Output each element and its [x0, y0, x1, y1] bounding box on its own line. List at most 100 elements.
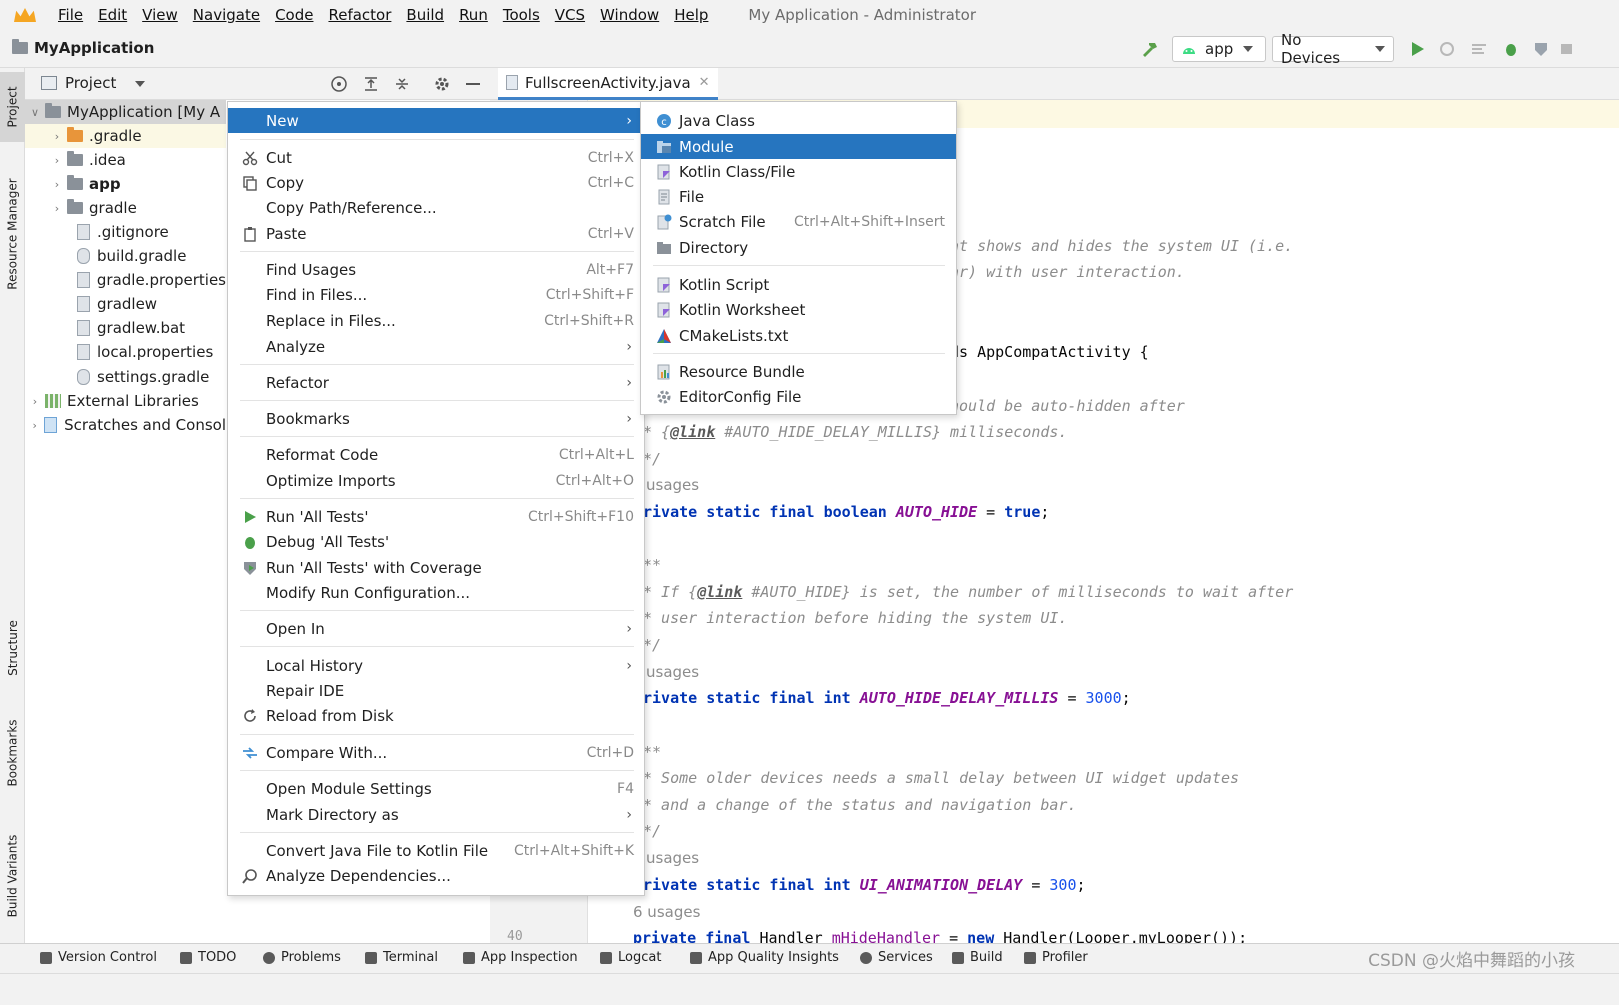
- expand-all-icon[interactable]: [362, 75, 380, 93]
- tool-logcat[interactable]: Logcat: [600, 950, 661, 965]
- tree-item-app[interactable]: › app: [25, 172, 226, 196]
- menu-item-refactor[interactable]: Refactor ›: [228, 370, 644, 395]
- chevron-right-icon[interactable]: ›: [25, 419, 44, 432]
- run-config-dropdown[interactable]: app: [1172, 36, 1266, 62]
- apply-changes-icon[interactable]: [1438, 40, 1456, 58]
- menu-item-copy[interactable]: Copy Ctrl+C: [228, 170, 644, 195]
- tool-version-control[interactable]: Version Control: [40, 950, 157, 965]
- build-hammer-icon[interactable]: [1140, 40, 1158, 58]
- tool-app-inspection[interactable]: App Inspection: [463, 950, 578, 965]
- tool-build[interactable]: Build: [952, 950, 1003, 965]
- tool-profiler[interactable]: Profiler: [1024, 950, 1088, 965]
- menu-run[interactable]: Run: [459, 6, 488, 24]
- tab-resource-manager[interactable]: Resource Manager: [0, 164, 25, 304]
- tool-todo[interactable]: TODO: [180, 950, 236, 965]
- project-breadcrumb[interactable]: MyApplication: [12, 39, 154, 57]
- usages-hint[interactable]: usages: [646, 663, 699, 681]
- menu-item-reformat-code[interactable]: Reformat Code Ctrl+Alt+L: [228, 442, 644, 467]
- tool-problems[interactable]: Problems: [263, 950, 341, 965]
- menu-item-run-with-coverage[interactable]: Run 'All Tests' with Coverage: [228, 555, 644, 580]
- hide-panel-icon[interactable]: [466, 83, 480, 85]
- tab-project[interactable]: Project: [0, 72, 25, 142]
- menu-item-paste[interactable]: Paste Ctrl+V: [228, 221, 644, 246]
- tree-item-gitignore[interactable]: .gitignore: [25, 220, 226, 244]
- usages-hint[interactable]: 6 usages: [633, 903, 700, 921]
- chevron-down-icon[interactable]: [135, 81, 145, 87]
- submenu-item-directory[interactable]: Directory: [641, 235, 956, 260]
- usages-hint[interactable]: usages: [646, 476, 699, 494]
- menu-edit[interactable]: Edit: [98, 6, 127, 24]
- chevron-right-icon[interactable]: ›: [25, 395, 45, 408]
- menu-item-run-all-tests[interactable]: Run 'All Tests' Ctrl+Shift+F10: [228, 504, 644, 529]
- tree-item-gradlew[interactable]: gradlew: [25, 292, 226, 316]
- menu-item-cut[interactable]: Cut Ctrl+X: [228, 145, 644, 170]
- tool-services[interactable]: Services: [860, 950, 933, 965]
- menu-item-open-in[interactable]: Open In ›: [228, 616, 644, 641]
- menu-item-analyze-dependencies[interactable]: Analyze Dependencies...: [228, 863, 644, 888]
- menu-item-convert-to-kotlin[interactable]: Convert Java File to Kotlin File Ctrl+Al…: [228, 838, 644, 863]
- usages-hint[interactable]: usages: [646, 849, 699, 867]
- device-dropdown[interactable]: No Devices: [1272, 31, 1394, 67]
- submenu-item-cmakelists[interactable]: CMakeLists.txt: [641, 323, 956, 348]
- tree-item-gradle[interactable]: › gradle: [25, 196, 226, 220]
- run-icon[interactable]: [1408, 40, 1426, 58]
- submenu-item-resource-bundle[interactable]: Resource Bundle: [641, 359, 956, 384]
- tree-item-settings-gradle[interactable]: settings.gradle: [25, 365, 226, 389]
- submenu-item-java-class[interactable]: c Java Class: [641, 108, 956, 133]
- menu-item-find-in-files[interactable]: Find in Files... Ctrl+Shift+F: [228, 282, 644, 307]
- submenu-item-module[interactable]: Module: [641, 134, 956, 159]
- menu-help[interactable]: Help: [674, 6, 708, 24]
- menu-item-modify-run-config[interactable]: Modify Run Configuration...: [228, 580, 644, 605]
- tree-item-scratches[interactable]: › Scratches and Consol: [25, 413, 227, 437]
- menu-item-mark-directory-as[interactable]: Mark Directory as ›: [228, 802, 644, 827]
- submenu-item-kotlin-script[interactable]: Kotlin Script: [641, 272, 956, 297]
- submenu-item-file[interactable]: File: [641, 184, 956, 209]
- chevron-right-icon[interactable]: ›: [47, 154, 67, 167]
- menu-item-copy-path[interactable]: Copy Path/Reference...: [228, 195, 644, 220]
- tree-item-gradle-dir[interactable]: › .gradle: [25, 124, 226, 148]
- menu-item-repair-ide[interactable]: Repair IDE: [228, 678, 644, 703]
- submenu-item-scratch-file[interactable]: Scratch File Ctrl+Alt+Shift+Insert: [641, 209, 956, 234]
- tab-structure[interactable]: Structure: [0, 608, 25, 688]
- menu-navigate[interactable]: Navigate: [193, 6, 260, 24]
- submenu-item-kotlin-worksheet[interactable]: Kotlin Worksheet: [641, 297, 956, 322]
- tree-item-external-libraries[interactable]: › External Libraries: [25, 389, 226, 413]
- attach-debugger-icon[interactable]: [1558, 40, 1576, 58]
- menu-item-compare-with[interactable]: Compare With... Ctrl+D: [228, 740, 644, 765]
- project-view-selector[interactable]: Project: [65, 74, 116, 92]
- menu-item-reload-from-disk[interactable]: Reload from Disk: [228, 703, 644, 728]
- tool-terminal[interactable]: Terminal: [365, 950, 438, 965]
- profile-icon[interactable]: [1532, 40, 1550, 58]
- tab-build-variants[interactable]: Build Variants: [0, 823, 25, 928]
- menu-item-new[interactable]: New ›: [228, 108, 644, 133]
- chevron-right-icon[interactable]: ›: [47, 130, 67, 143]
- editor-tab-fullscreen-activity[interactable]: FullscreenActivity.java ✕: [498, 68, 718, 100]
- close-icon[interactable]: ✕: [699, 75, 710, 90]
- menu-code[interactable]: Code: [275, 6, 313, 24]
- submenu-item-kotlin-class[interactable]: Kotlin Class/File: [641, 159, 956, 184]
- menu-refactor[interactable]: Refactor: [328, 6, 391, 24]
- tree-item-root[interactable]: ∨ MyApplication [My A: [25, 100, 226, 124]
- menu-item-debug-all-tests[interactable]: Debug 'All Tests': [228, 529, 644, 554]
- locate-file-icon[interactable]: [330, 75, 348, 93]
- menu-window[interactable]: Window: [600, 6, 659, 24]
- menu-build[interactable]: Build: [406, 6, 444, 24]
- submenu-item-editorconfig[interactable]: EditorConfig File: [641, 384, 956, 409]
- tree-item-build-gradle[interactable]: build.gradle: [25, 244, 226, 268]
- tree-item-local-properties[interactable]: local.properties: [25, 340, 226, 364]
- tool-app-quality-insights[interactable]: App Quality Insights: [690, 950, 839, 965]
- menu-item-replace-in-files[interactable]: Replace in Files... Ctrl+Shift+R: [228, 308, 644, 333]
- menu-item-optimize-imports[interactable]: Optimize Imports Ctrl+Alt+O: [228, 468, 644, 493]
- tab-bookmarks[interactable]: Bookmarks: [0, 708, 25, 798]
- menu-item-open-module-settings[interactable]: Open Module Settings F4: [228, 776, 644, 801]
- menu-item-analyze[interactable]: Analyze ›: [228, 334, 644, 359]
- tree-item-gradlew-bat[interactable]: gradlew.bat: [25, 316, 226, 340]
- menu-item-local-history[interactable]: Local History ›: [228, 653, 644, 678]
- menu-file[interactable]: File: [58, 6, 83, 24]
- menu-view[interactable]: View: [142, 6, 178, 24]
- tree-item-gradle-properties[interactable]: gradle.properties: [25, 268, 226, 292]
- chevron-right-icon[interactable]: ›: [47, 178, 67, 191]
- chevron-down-icon[interactable]: ∨: [25, 106, 45, 119]
- tree-item-idea[interactable]: › .idea: [25, 148, 226, 172]
- gear-icon[interactable]: [433, 75, 451, 93]
